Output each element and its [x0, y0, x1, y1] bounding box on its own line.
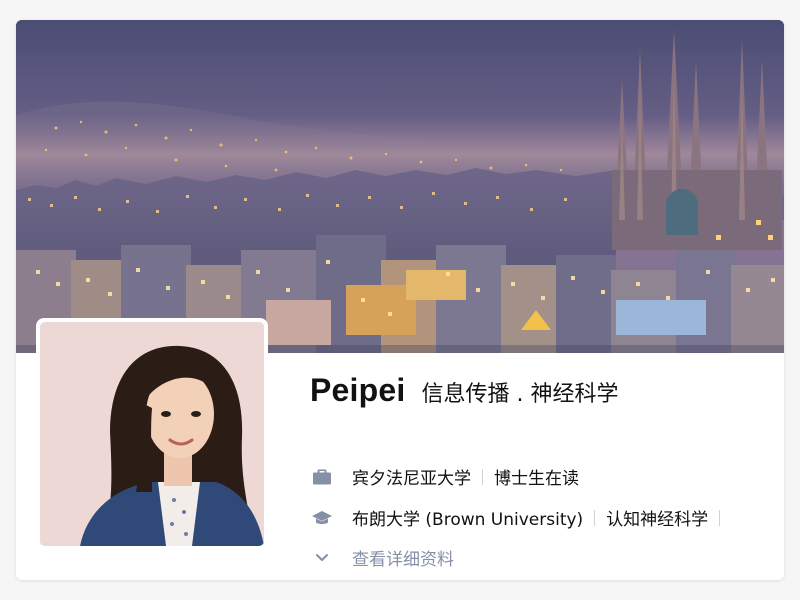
education-school: 布朗大学 (Brown University)	[352, 510, 584, 530]
avatar[interactable]	[40, 322, 264, 546]
employment-position: 博士生在读	[494, 469, 579, 489]
education-row: 布朗大学 (Brown University) 认知神经科学	[310, 505, 731, 530]
separator	[719, 509, 721, 526]
graduation-cap-icon	[310, 506, 334, 530]
profile-card: Peipei 信息传播 . 神经科学 宾夕法尼亚大学 博士生在读 布朗大学 (B…	[16, 20, 784, 580]
profile-name: Peipei	[310, 372, 406, 408]
name-row: Peipei 信息传播 . 神经科学	[310, 372, 770, 412]
cover-image	[16, 20, 784, 353]
employment-company: 宾夕法尼亚大学	[352, 469, 471, 489]
avatar-frame	[36, 318, 268, 550]
view-details-row[interactable]: 查看详细资料	[310, 545, 454, 570]
briefcase-icon	[310, 465, 334, 489]
profile-headline: 信息传播 . 神经科学	[421, 382, 619, 407]
employment-row: 宾夕法尼亚大学 博士生在读	[310, 464, 579, 489]
separator	[482, 468, 483, 485]
education-major: 认知神经科学	[606, 510, 709, 530]
view-details-link[interactable]: 查看详细资料	[352, 545, 454, 570]
chevron-down-icon[interactable]	[310, 546, 334, 570]
profile-info: Peipei 信息传播 . 神经科学 宾夕法尼亚大学 博士生在读 布朗大学 (B…	[310, 372, 770, 570]
separator	[594, 509, 596, 526]
